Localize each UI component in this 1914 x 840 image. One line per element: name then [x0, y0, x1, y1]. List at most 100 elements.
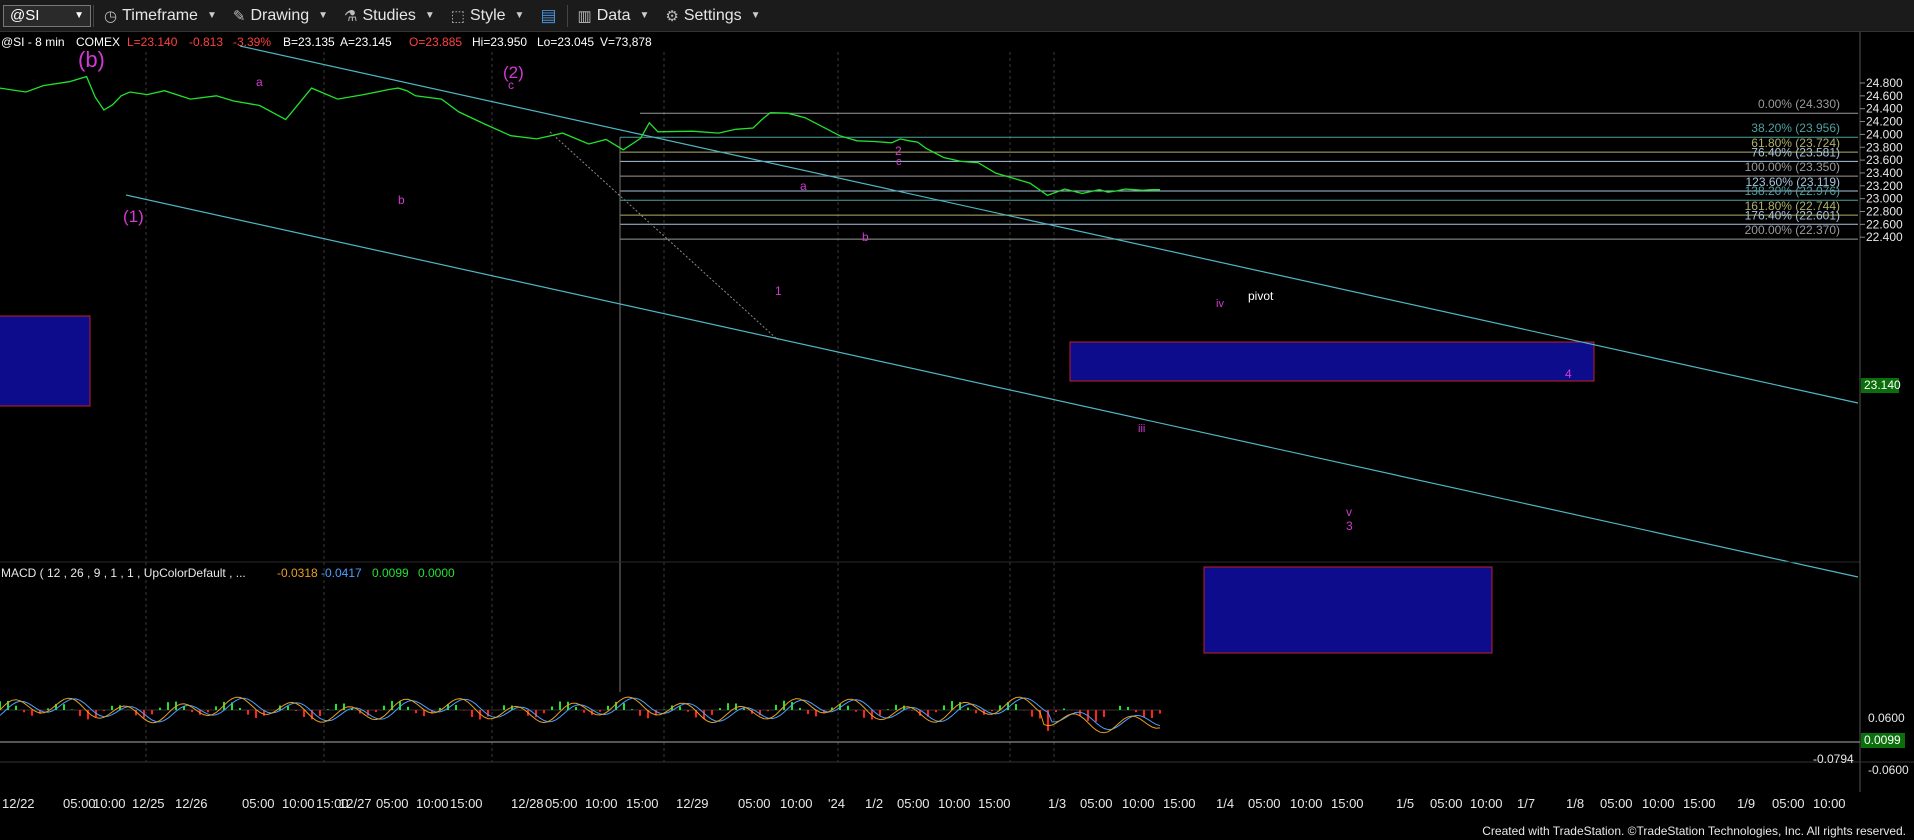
price-axis[interactable]: 24.80024.60024.40024.20024.00023.80023.6…: [1860, 76, 1903, 244]
fib-level-label: 138.20% (22.976): [1745, 184, 1840, 198]
fib-level-label: 76.40% (23.581): [1751, 145, 1840, 159]
time-axis-label: 05:00: [376, 796, 409, 811]
time-axis-label: 12/27: [339, 796, 372, 811]
timeframe-menu[interactable]: ◷ Timeframe ▼: [96, 0, 225, 31]
chevron-down-icon: ▼: [74, 10, 84, 21]
pivot-label: pivot: [1248, 289, 1274, 303]
gear-icon: ⚙: [665, 7, 679, 25]
style-menu[interactable]: ⬚ Style ▼: [443, 0, 533, 31]
data-label: Data: [596, 6, 631, 24]
layout-icon: ▤: [540, 5, 557, 25]
drawing-menu[interactable]: ✎ Drawing ▼: [225, 0, 336, 31]
target-box-left: [0, 315, 91, 407]
time-axis-label: 1/5: [1396, 796, 1414, 811]
macd-low-marker: -0.0794: [1813, 752, 1854, 766]
settings-menu[interactable]: ⚙ Settings ▼: [657, 0, 768, 31]
price-chart[interactable]: @SI - 8 min COMEX L=23.140 -0.813 -3.39%…: [0, 32, 1914, 822]
layout-button[interactable]: ▤: [532, 0, 564, 31]
macd-zero-value: 0.0000: [418, 566, 455, 580]
time-axis-label: 05:00: [1600, 796, 1633, 811]
studies-menu[interactable]: ⚗ Studies ▼: [336, 0, 443, 31]
time-axis-label: 05:00: [545, 796, 578, 811]
time-axis-label: 10:00: [1813, 796, 1846, 811]
time-axis-label: '24: [828, 796, 845, 811]
studies-label: Studies: [362, 6, 416, 24]
time-axis-label: 10:00: [1470, 796, 1503, 811]
quote-symbol: @SI - 8 min: [1, 35, 65, 49]
time-axis-label: 05:00: [63, 796, 96, 811]
time-axis-label: 12/26: [175, 796, 208, 811]
chevron-down-icon: ▼: [206, 10, 217, 21]
time-axis-label: 15:00: [1331, 796, 1364, 811]
time-axis-label: 12/28: [511, 796, 544, 811]
toolbar-divider: [93, 4, 94, 27]
time-axis-label: 15:00: [626, 796, 659, 811]
fib-level-label: 200.00% (22.370): [1745, 223, 1840, 237]
bar-chart-icon: ▥: [577, 7, 592, 25]
time-axis-label: 10:00: [282, 796, 315, 811]
wave-label-b: b: [398, 193, 405, 207]
quote-last: L=23.140: [127, 35, 178, 49]
wave-label-b-paren: (b): [78, 47, 105, 72]
wave-label-a2: a: [800, 179, 807, 193]
quote-ask: A=23.145: [340, 35, 392, 49]
chevron-down-icon: ▼: [750, 10, 761, 21]
wave-label-iii: iii: [1138, 423, 1145, 435]
macd-axis-bottom: -0.0600: [1868, 763, 1909, 777]
time-axis-label: 10:00: [938, 796, 971, 811]
time-axis-label: 1/4: [1216, 796, 1234, 811]
time-axis-label: 10:00: [416, 796, 449, 811]
symbol-value: @SI: [10, 7, 40, 24]
last-price-value: 23.140: [1864, 378, 1901, 392]
macd-axis-top: 0.0600: [1868, 711, 1905, 725]
wave-label-a: a: [256, 75, 263, 89]
chevron-down-icon: ▼: [318, 10, 329, 21]
style-icon: ⬚: [450, 7, 465, 25]
quote-percent: -3.39%: [233, 35, 271, 49]
pencil-icon: ✎: [232, 7, 246, 25]
quote-volume: V=73,878: [600, 35, 652, 49]
fib-level-label: 0.00% (24.330): [1758, 97, 1840, 111]
symbol-dropdown[interactable]: @SI ▼: [3, 4, 91, 27]
timeframe-label: Timeframe: [122, 6, 198, 24]
quote-high: Hi=23.950: [472, 35, 527, 49]
wave-label-b2: b: [862, 230, 869, 244]
time-axis-label: 15:00: [450, 796, 483, 811]
time-axis-label: 05:00: [1772, 796, 1805, 811]
wave-label-v: v: [1346, 505, 1352, 519]
time-axis-label: 05:00: [1248, 796, 1281, 811]
fib-level-label: 38.20% (23.956): [1751, 121, 1840, 135]
macd-header: MACD ( 12 , 26 , 9 , 1 , 1 , UpColorDefa…: [1, 566, 455, 580]
macd-last-value: 0.0099: [1864, 733, 1901, 747]
toolbar-divider: [566, 4, 568, 27]
target-box-v3: [1203, 566, 1493, 654]
time-axis-label: 1/9: [1737, 796, 1755, 811]
quote-open: O=23.885: [409, 35, 462, 49]
wave-label-4: 4: [1565, 367, 1572, 381]
time-axis-label: 12/29: [676, 796, 709, 811]
wave-label-1: 1: [775, 284, 782, 298]
clock-icon: ◷: [104, 7, 118, 25]
chevron-down-icon: ▼: [424, 10, 435, 21]
time-axis-label: 15:00: [1163, 796, 1196, 811]
macd-value: -0.0318: [277, 566, 318, 580]
time-axis-label: 1/2: [865, 796, 883, 811]
macd-hist-value: 0.0099: [372, 566, 409, 580]
time-axis-label: 1/3: [1048, 796, 1066, 811]
time-axis-label: 05:00: [897, 796, 930, 811]
drawing-label: Drawing: [250, 6, 310, 24]
time-axis-label: 10:00: [780, 796, 813, 811]
wave-label-3: 3: [1346, 519, 1353, 533]
time-axis-label: 05:00: [738, 796, 771, 811]
data-menu[interactable]: ▥ Data ▼: [570, 0, 658, 31]
time-axis-label: 12/25: [132, 796, 165, 811]
time-axis-label: 15:00: [978, 796, 1011, 811]
quote-bid: B=23.135: [283, 35, 335, 49]
chevron-down-icon: ▼: [639, 10, 650, 21]
time-axis-label: 10:00: [93, 796, 126, 811]
time-axis-label: 05:00: [242, 796, 275, 811]
copyright-footer: Created with TradeStation. ©TradeStation…: [1482, 824, 1906, 838]
wave-label-c2: c: [896, 156, 902, 168]
time-axis-label: 10:00: [1290, 796, 1323, 811]
flask-icon: ⚗: [344, 7, 358, 25]
